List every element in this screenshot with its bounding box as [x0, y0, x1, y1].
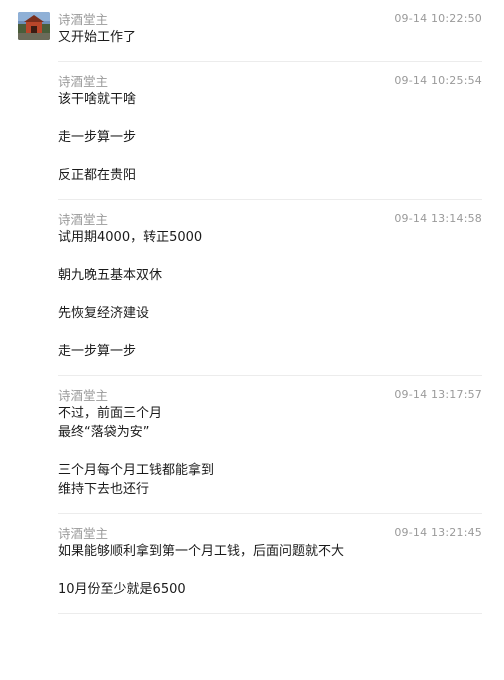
chat-message-list: 诗酒堂主 09-14 10:22:50 又开始工作了 诗酒堂主 09-14 10…: [0, 0, 504, 614]
message-body: 如果能够顺利拿到第一个月工钱，后面问题就不大 10月份至少就是6500: [58, 542, 482, 599]
message-body: 不过，前面三个月 最终“落袋为安” 三个月每个月工钱都能拿到 维持下去也还行: [58, 404, 482, 499]
avatar[interactable]: [18, 12, 50, 40]
message-paragraph: 朝九晚五基本双休: [58, 268, 163, 283]
message-paragraph: 该干啥就干啥: [58, 92, 137, 107]
message-paragraph: 试用期4000，转正5000: [58, 230, 203, 245]
message-paragraph: 反正都在贵阳: [58, 168, 137, 183]
message-body: 又开始工作了: [58, 28, 482, 47]
message-body: 该干啥就干啥 走一步算一步 反正都在贵阳: [58, 90, 482, 185]
chat-message: 诗酒堂主 09-14 13:21:45 如果能够顺利拿到第一个月工钱，后面问题就…: [58, 514, 482, 614]
chat-message: 诗酒堂主 09-14 10:25:54 该干啥就干啥 走一步算一步 反正都在贵阳: [58, 62, 482, 200]
chat-message: 诗酒堂主 09-14 10:22:50 又开始工作了: [18, 0, 482, 62]
message-paragraph: 又开始工作了: [58, 30, 137, 45]
chat-message: 诗酒堂主 09-14 13:14:58 试用期4000，转正5000 朝九晚五基…: [58, 200, 482, 376]
message-paragraph: 走一步算一步: [58, 344, 137, 359]
message-timestamp: 09-14 10:22:50: [394, 12, 482, 25]
message-paragraph: 不过，前面三个月 最终“落袋为安”: [58, 406, 163, 440]
message-paragraph: 如果能够顺利拿到第一个月工钱，后面问题就不大: [58, 544, 345, 559]
message-paragraph: 走一步算一步: [58, 130, 137, 145]
message-body: 试用期4000，转正5000 朝九晚五基本双休 先恢复经济建设 走一步算一步: [58, 228, 482, 361]
message-paragraph: 先恢复经济建设: [58, 306, 150, 321]
message-timestamp: 09-14 13:14:58: [394, 212, 482, 225]
message-paragraph: 10月份至少就是6500: [58, 582, 186, 597]
message-timestamp: 09-14 10:25:54: [394, 74, 482, 87]
message-timestamp: 09-14 13:17:57: [394, 388, 482, 401]
message-timestamp: 09-14 13:21:45: [394, 526, 482, 539]
message-paragraph: 三个月每个月工钱都能拿到 维持下去也还行: [58, 463, 215, 497]
chat-message: 诗酒堂主 09-14 13:17:57 不过，前面三个月 最终“落袋为安” 三个…: [58, 376, 482, 514]
